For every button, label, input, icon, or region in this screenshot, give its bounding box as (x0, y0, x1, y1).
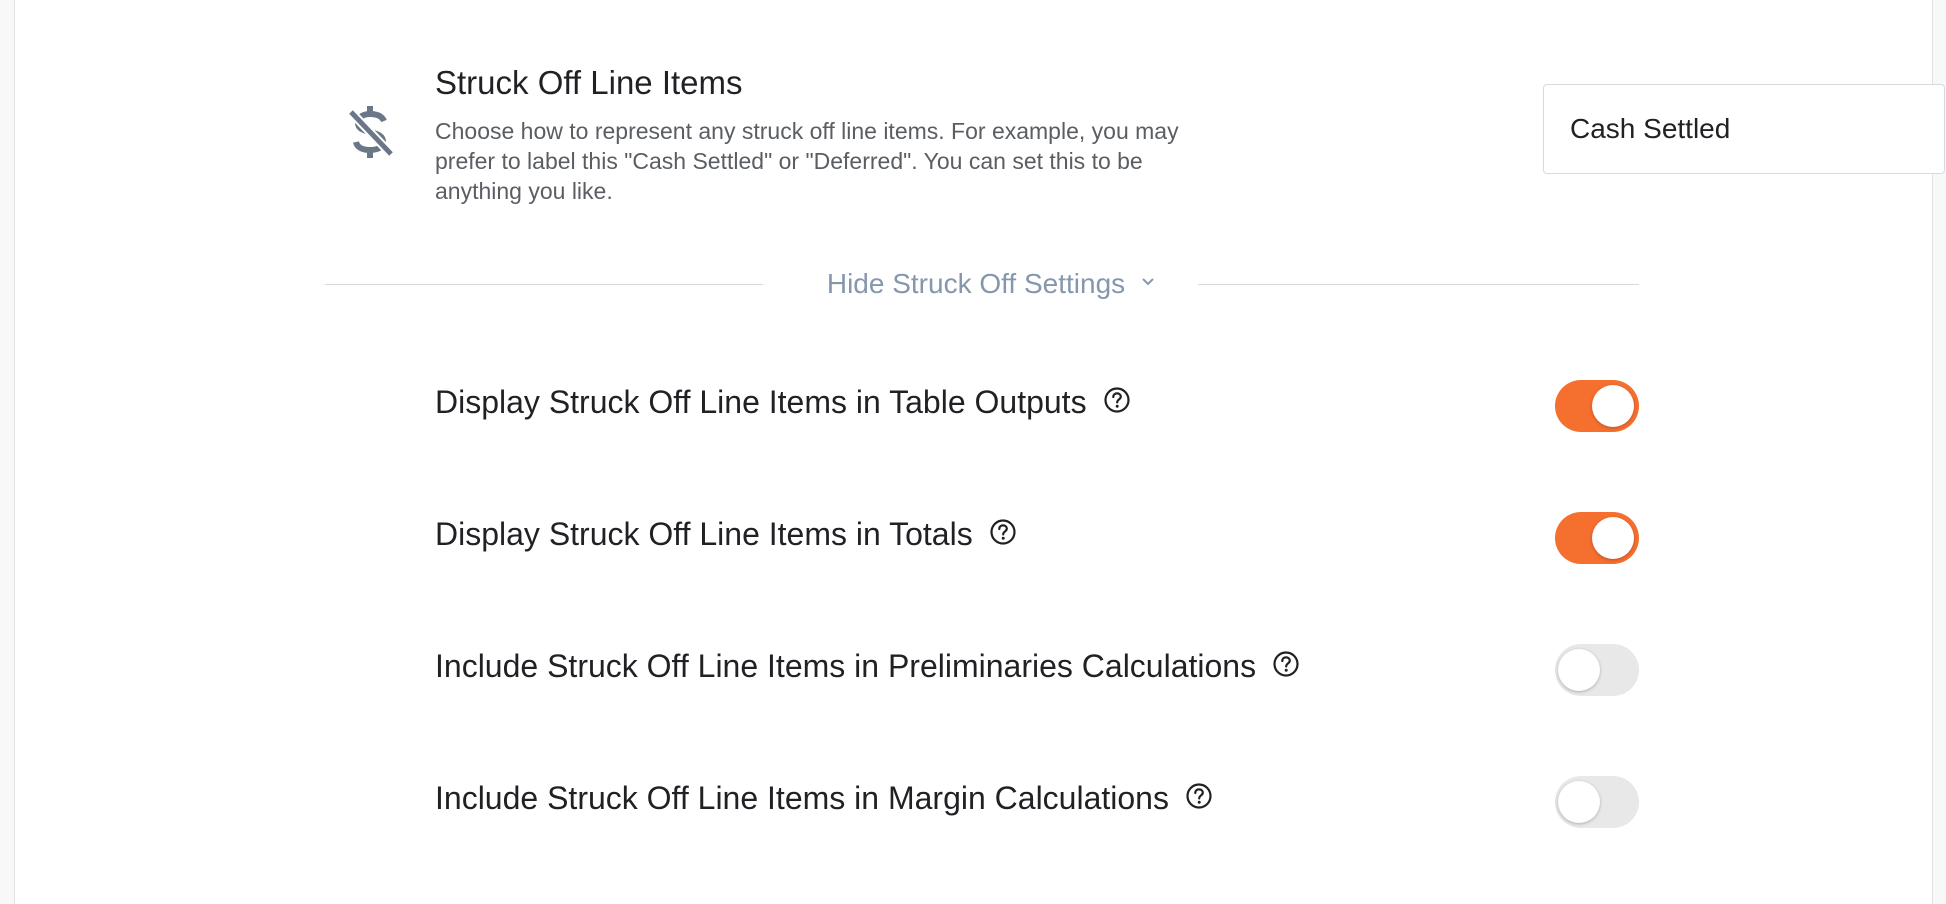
chevron-down-icon (1141, 275, 1155, 294)
hide-settings-label: Hide Struck Off Settings (826, 268, 1126, 299)
struck-off-setting: Struck Off Line Items Choose how to repr… (335, 58, 1945, 208)
toggle-label: Include Struck Off Line Items in Margin … (435, 779, 1169, 816)
toggle-knob (1558, 781, 1600, 823)
help-icon[interactable] (1087, 386, 1131, 419)
toggle-list: Display Struck Off Line Items in Table O… (435, 370, 1639, 898)
toggle-knob (1592, 517, 1634, 559)
toggle-label: Display Struck Off Line Items in Table O… (435, 383, 1087, 420)
struck-off-label-input[interactable] (1543, 84, 1945, 174)
toggle-label: Display Struck Off Line Items in Totals (435, 515, 973, 552)
toggle-knob (1592, 385, 1634, 427)
help-icon[interactable] (1256, 650, 1300, 683)
toggle-row-preliminaries: Include Struck Off Line Items in Prelimi… (435, 634, 1639, 766)
settings-divider: Hide Struck Off Settings (325, 264, 1639, 304)
toggle-row-margin: Include Struck Off Line Items in Margin … (435, 766, 1639, 898)
toggle-switch-totals[interactable] (1555, 512, 1639, 564)
help-icon[interactable] (1169, 782, 1213, 815)
struck-off-title: Struck Off Line Items (435, 64, 743, 101)
toggle-label: Include Struck Off Line Items in Prelimi… (435, 647, 1257, 684)
divider-line-right (1198, 284, 1639, 285)
settings-panel: Struck Off Line Items Choose how to repr… (14, 0, 1945, 904)
toggle-switch-preliminaries[interactable] (1555, 644, 1639, 696)
toggle-row-table-outputs: Display Struck Off Line Items in Table O… (435, 370, 1639, 502)
no-dollar-icon (347, 104, 397, 160)
toggle-row-totals: Display Struck Off Line Items in Totals (435, 502, 1639, 634)
help-icon[interactable] (973, 518, 1017, 551)
divider-line-left (325, 284, 763, 285)
toggle-knob (1558, 649, 1600, 691)
toggle-switch-margin[interactable] (1555, 776, 1639, 828)
hide-settings-button[interactable]: Hide Struck Off Settings (791, 264, 1191, 304)
struck-off-description: Choose how to represent any struck off l… (435, 118, 1179, 204)
toggle-switch-table-outputs[interactable] (1555, 380, 1639, 432)
